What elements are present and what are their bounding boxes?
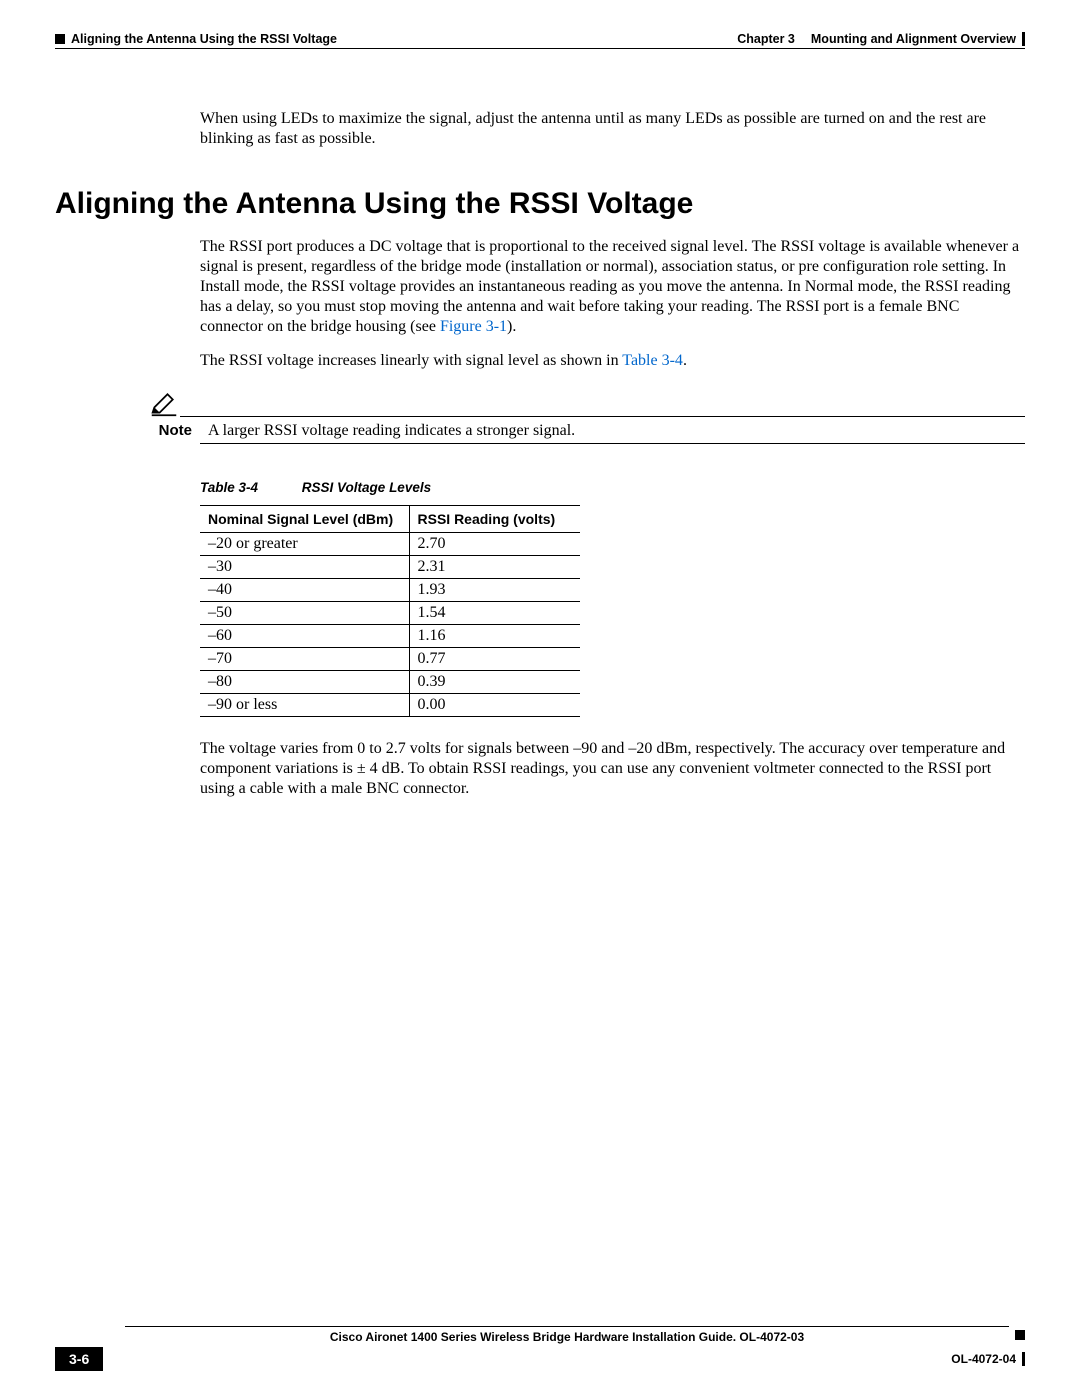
header-tick-icon	[1022, 32, 1025, 46]
header-rule	[55, 48, 1025, 49]
table-row: –401.93	[200, 579, 580, 602]
rssi-paragraph-1: The RSSI port produces a DC voltage that…	[200, 237, 1025, 337]
table-row: –601.16	[200, 625, 580, 648]
header-section-title: Aligning the Antenna Using the RSSI Volt…	[71, 32, 337, 46]
table-col2-header: RSSI Reading (volts)	[409, 506, 580, 533]
table-cell-dbm: –50	[200, 602, 409, 625]
table-caption-number: Table 3-4	[200, 480, 258, 495]
table-row: –501.54	[200, 602, 580, 625]
table-col1-header: Nominal Signal Level (dBm)	[200, 506, 409, 533]
table-row: –90 or less0.00	[200, 694, 580, 717]
table-caption-title: RSSI Voltage Levels	[302, 480, 431, 495]
page-footer: Cisco Aironet 1400 Series Wireless Bridg…	[55, 1326, 1025, 1371]
table-header-row: Nominal Signal Level (dBm) RSSI Reading …	[200, 506, 580, 533]
footer-page-number: 3-6	[55, 1347, 103, 1371]
table-row: –20 or greater2.70	[200, 533, 580, 556]
header-chapter-label: Chapter 3	[737, 32, 795, 46]
table-cell-dbm: –40	[200, 579, 409, 602]
table-cell-volts: 1.54	[409, 602, 580, 625]
section-heading: Aligning the Antenna Using the RSSI Volt…	[55, 187, 1025, 221]
rssi-paragraph-2: The RSSI voltage increases linearly with…	[200, 351, 1025, 371]
table-cell-dbm: –60	[200, 625, 409, 648]
header-square-icon	[55, 34, 65, 44]
after-table-paragraph: The voltage varies from 0 to 2.7 volts f…	[200, 739, 1025, 799]
rssi-p1-text-a: The RSSI port produces a DC voltage that…	[200, 238, 1019, 335]
table-row: –800.39	[200, 671, 580, 694]
rssi-p1-text-b: ).	[507, 318, 516, 335]
table-cell-dbm: –70	[200, 648, 409, 671]
table-cell-volts: 0.39	[409, 671, 580, 694]
table-cell-volts: 2.70	[409, 533, 580, 556]
note-block: Note A larger RSSI voltage reading indic…	[150, 389, 1025, 444]
footer-doc-id: OL-4072-04	[951, 1352, 1016, 1366]
note-pencil-icon	[150, 389, 178, 417]
table-cell-dbm: –90 or less	[200, 694, 409, 717]
footer-square-icon	[1015, 1330, 1025, 1340]
table-cell-dbm: –20 or greater	[200, 533, 409, 556]
table-cell-dbm: –30	[200, 556, 409, 579]
note-text: A larger RSSI voltage reading indicates …	[208, 422, 575, 440]
header-chapter-title: Mounting and Alignment Overview	[811, 32, 1016, 46]
table-cell-volts: 2.31	[409, 556, 580, 579]
note-rule-top	[180, 416, 1025, 417]
note-label: Note	[156, 422, 192, 440]
table-3-4-link[interactable]: Table 3-4	[622, 352, 683, 369]
table-cell-volts: 1.93	[409, 579, 580, 602]
table-row: –302.31	[200, 556, 580, 579]
table-caption: Table 3-4 RSSI Voltage Levels	[200, 480, 1025, 495]
footer-guide-title: Cisco Aironet 1400 Series Wireless Bridg…	[125, 1326, 1009, 1344]
table-row: –700.77	[200, 648, 580, 671]
figure-3-1-link[interactable]: Figure 3-1	[440, 318, 507, 335]
table-cell-volts: 1.16	[409, 625, 580, 648]
led-paragraph: When using LEDs to maximize the signal, …	[200, 109, 1025, 149]
rssi-voltage-table: Nominal Signal Level (dBm) RSSI Reading …	[200, 505, 580, 717]
table-cell-dbm: –80	[200, 671, 409, 694]
rssi-p2-text-a: The RSSI voltage increases linearly with…	[200, 352, 622, 369]
table-cell-volts: 0.00	[409, 694, 580, 717]
footer-tick-icon	[1022, 1352, 1025, 1366]
page-header: Aligning the Antenna Using the RSSI Volt…	[55, 32, 1025, 46]
rssi-p2-text-b: .	[683, 352, 687, 369]
table-cell-volts: 0.77	[409, 648, 580, 671]
note-rule-bottom	[200, 443, 1025, 444]
